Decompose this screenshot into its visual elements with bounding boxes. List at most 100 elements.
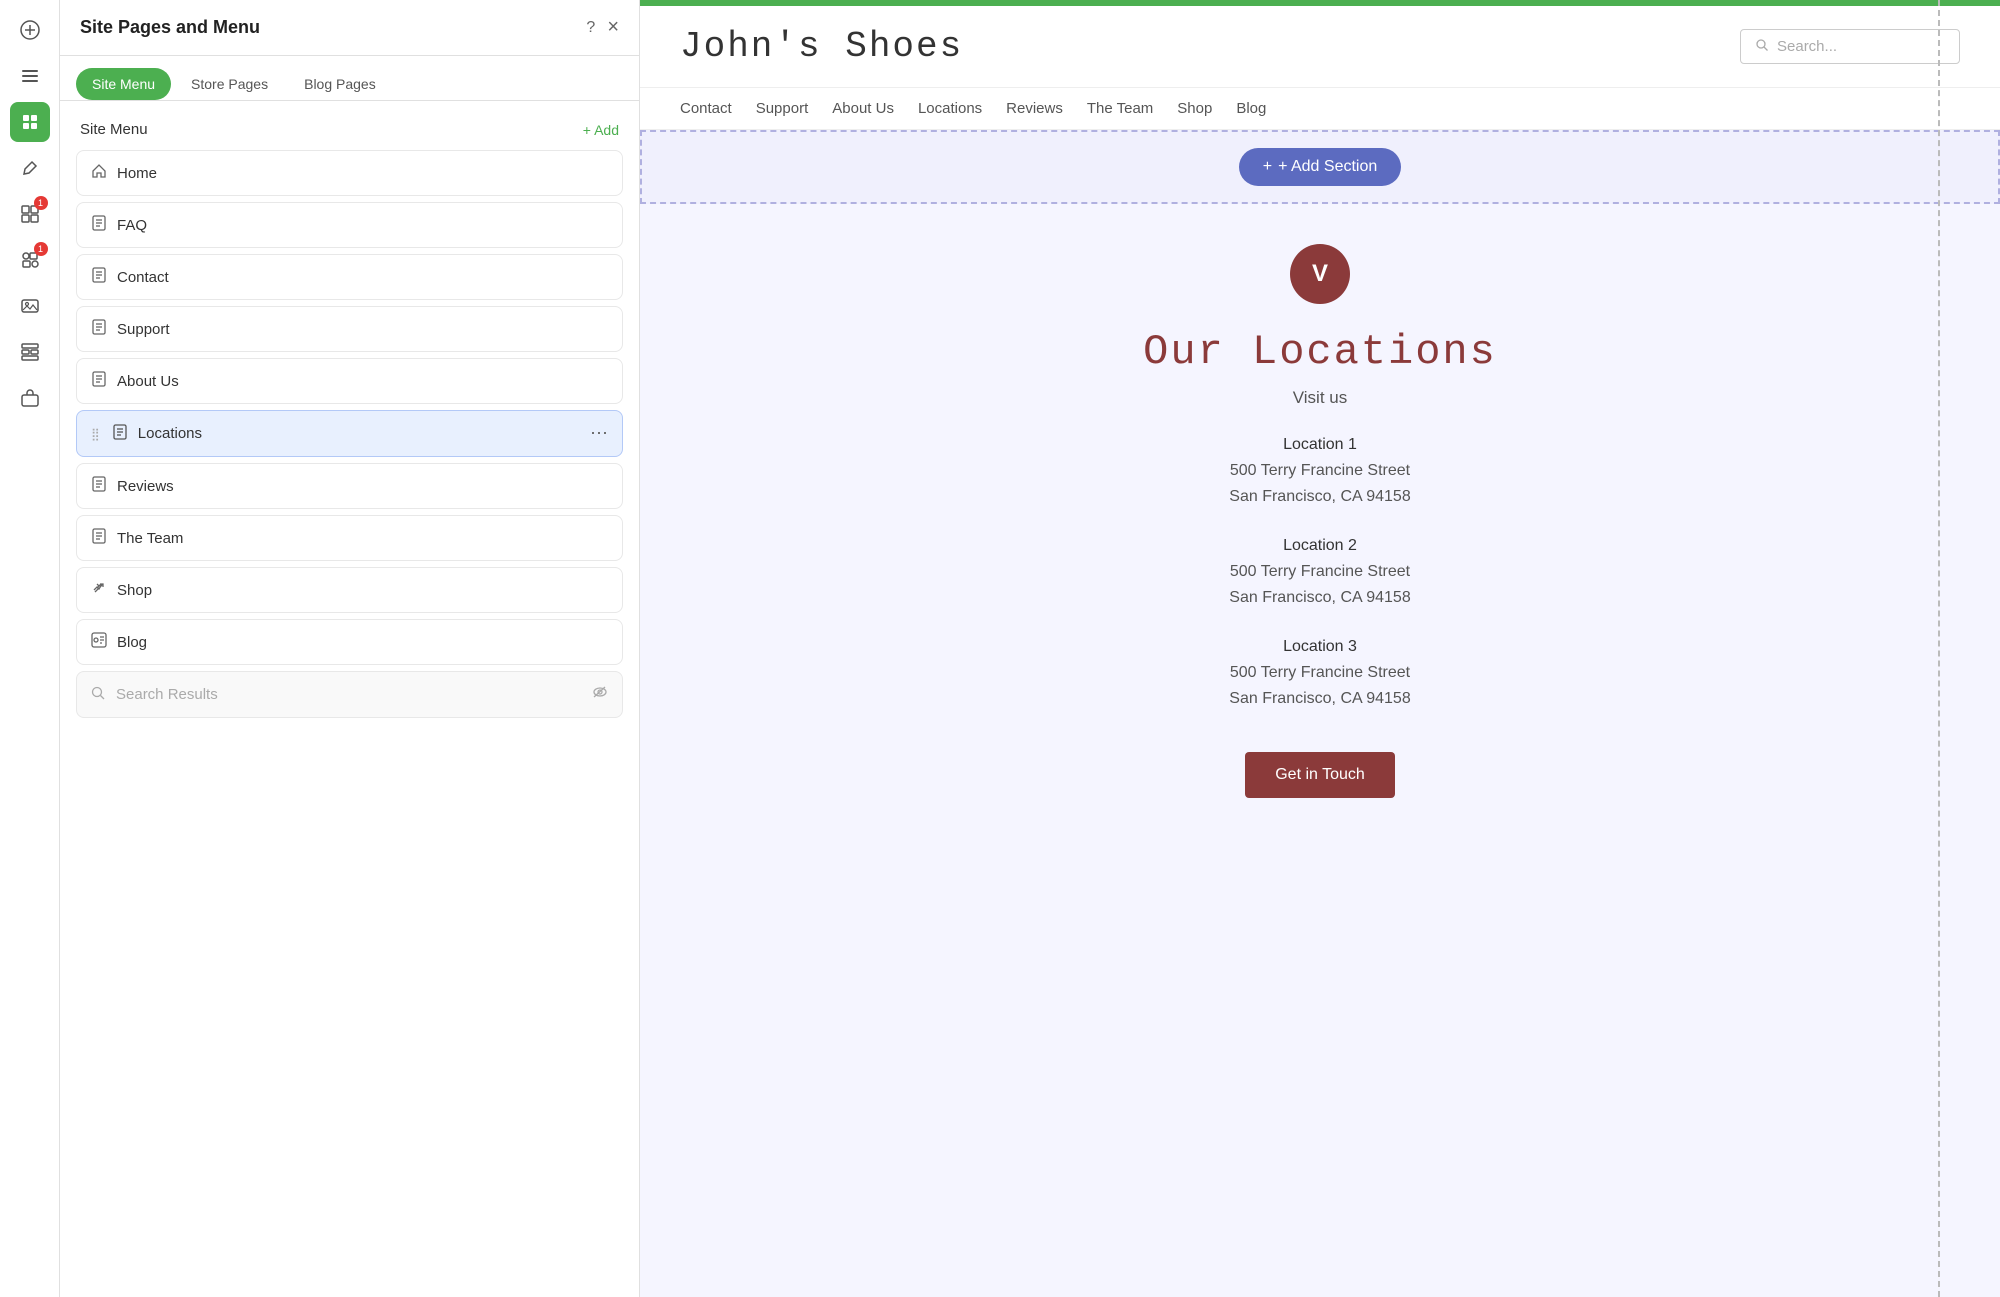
plus-icon: + <box>1263 158 1272 176</box>
pages-icon[interactable] <box>10 56 50 96</box>
location-1-name: Location 1 <box>700 436 1940 454</box>
tab-site-menu[interactable]: Site Menu <box>76 68 171 100</box>
home-icon <box>91 163 107 183</box>
location-2-name: Location 2 <box>700 537 1940 555</box>
contact-page-icon <box>91 267 107 287</box>
menu-item-faq[interactable]: FAQ <box>76 202 623 248</box>
menu-item-about-label: About Us <box>117 373 608 390</box>
visit-us-text: Visit us <box>700 388 1940 408</box>
content-section: V Our Locations Visit us Location 1 500 … <box>640 204 2000 838</box>
search-results-label: Search Results <box>116 686 582 703</box>
menu-item-team-label: The Team <box>117 530 608 547</box>
menu-item-home-label: Home <box>117 165 608 182</box>
menu-item-blog-label: Blog <box>117 634 608 651</box>
menu-item-reviews[interactable]: Reviews <box>76 463 623 509</box>
menu-item-locations-label: Locations <box>138 425 580 442</box>
media-icon[interactable] <box>10 286 50 326</box>
widgets-badge: 1 <box>34 242 48 256</box>
location-3-city: San Francisco, CA 94158 <box>700 686 1940 712</box>
site-menu-header: Site Menu + Add <box>76 113 623 150</box>
faq-page-icon <box>91 215 107 235</box>
left-sidebar: 1 1 <box>0 0 60 1297</box>
location-3-street: 500 Terry Francine Street <box>700 660 1940 686</box>
add-page-button[interactable]: + Add <box>583 122 619 138</box>
location-3-name: Location 3 <box>700 638 1940 656</box>
panel-content: Site Menu + Add Home FAQ Contact <box>60 101 639 1297</box>
panel-header-actions: ? × <box>586 16 619 39</box>
menu-item-blog[interactable]: Blog <box>76 619 623 665</box>
locations-page-icon <box>112 424 128 444</box>
nav-item-the-team[interactable]: The Team <box>1087 100 1153 117</box>
menu-item-about-us[interactable]: About Us <box>76 358 623 404</box>
drag-handle-icon: ⣿ <box>91 427 100 441</box>
site-logo: V <box>1290 244 1350 304</box>
location-3: Location 3 500 Terry Francine Street San… <box>700 638 1940 711</box>
nav-item-locations[interactable]: Locations <box>918 100 982 117</box>
location-1-street: 500 Terry Francine Street <box>700 458 1940 484</box>
panel-header: Site Pages and Menu ? × <box>60 0 639 56</box>
more-options-button[interactable]: ⋯ <box>590 423 608 444</box>
nav-item-contact[interactable]: Contact <box>680 100 732 117</box>
site-search-box[interactable]: Search... <box>1740 29 1960 64</box>
location-1-city: San Francisco, CA 94158 <box>700 484 1940 510</box>
close-button[interactable]: × <box>607 16 619 39</box>
nav-item-reviews[interactable]: Reviews <box>1006 100 1063 117</box>
reviews-page-icon <box>91 476 107 496</box>
menu-item-locations[interactable]: ⣿ Locations ⋯ <box>76 410 623 457</box>
add-section-label: + Add Section <box>1278 158 1377 176</box>
apps-icon[interactable]: 1 <box>10 194 50 234</box>
grid-icon[interactable] <box>10 332 50 372</box>
site-title: John's Shoes <box>680 26 963 67</box>
panel-tabs: Site Menu Store Pages Blog Pages <box>60 56 639 101</box>
visibility-icon[interactable] <box>592 684 608 705</box>
menu-item-the-team[interactable]: The Team <box>76 515 623 561</box>
brush-icon[interactable] <box>10 148 50 188</box>
nav-item-support[interactable]: Support <box>756 100 809 117</box>
add-section-area: + + Add Section <box>640 130 2000 204</box>
menu-item-support[interactable]: Support <box>76 306 623 352</box>
search-icon <box>1755 38 1769 55</box>
location-2-city: San Francisco, CA 94158 <box>700 585 1940 611</box>
bag-icon[interactable] <box>10 378 50 418</box>
menu-item-home[interactable]: Home <box>76 150 623 196</box>
site-menu-label: Site Menu <box>80 121 148 138</box>
right-dashed-border <box>1938 0 1940 1297</box>
nav-item-shop[interactable]: Shop <box>1177 100 1212 117</box>
nav-item-blog[interactable]: Blog <box>1236 100 1266 117</box>
widgets-icon[interactable]: 1 <box>10 240 50 280</box>
site-preview: John's Shoes Search... Contact Support A… <box>640 6 2000 1297</box>
menu-item-contact-label: Contact <box>117 269 608 286</box>
menu-item-shop[interactable]: Shop <box>76 567 623 613</box>
site-preview-wrapper: John's Shoes Search... Contact Support A… <box>640 0 2000 1297</box>
add-section-button[interactable]: + + Add Section <box>1239 148 1402 186</box>
location-2-street: 500 Terry Francine Street <box>700 559 1940 585</box>
menu-item-shop-label: Shop <box>117 582 608 599</box>
team-page-icon <box>91 528 107 548</box>
menu-item-support-label: Support <box>117 321 608 338</box>
tab-blog-pages[interactable]: Blog Pages <box>288 68 392 100</box>
location-1: Location 1 500 Terry Francine Street San… <box>700 436 1940 509</box>
locations-section-title: Our Locations <box>700 328 1940 376</box>
site-header: John's Shoes Search... <box>640 6 2000 88</box>
menu-item-faq-label: FAQ <box>117 217 608 234</box>
design-icon[interactable] <box>10 102 50 142</box>
site-nav: Contact Support About Us Locations Revie… <box>640 88 2000 130</box>
menu-item-contact[interactable]: Contact <box>76 254 623 300</box>
get-in-touch-button[interactable]: Get in Touch <box>1245 752 1395 798</box>
panel: Site Pages and Menu ? × Site Menu Store … <box>60 0 640 1297</box>
support-page-icon <box>91 319 107 339</box>
location-2: Location 2 500 Terry Francine Street San… <box>700 537 1940 610</box>
nav-item-about-us[interactable]: About Us <box>832 100 894 117</box>
menu-item-search-results[interactable]: Search Results <box>76 671 623 718</box>
menu-item-reviews-label: Reviews <box>117 478 608 495</box>
search-results-icon <box>91 686 106 704</box>
apps-badge: 1 <box>34 196 48 210</box>
about-page-icon <box>91 371 107 391</box>
add-icon[interactable] <box>10 10 50 50</box>
shop-link-icon <box>91 580 107 600</box>
blog-icon <box>91 632 107 652</box>
search-placeholder: Search... <box>1777 38 1837 55</box>
tab-store-pages[interactable]: Store Pages <box>175 68 284 100</box>
panel-title: Site Pages and Menu <box>80 17 260 38</box>
help-button[interactable]: ? <box>586 19 595 37</box>
